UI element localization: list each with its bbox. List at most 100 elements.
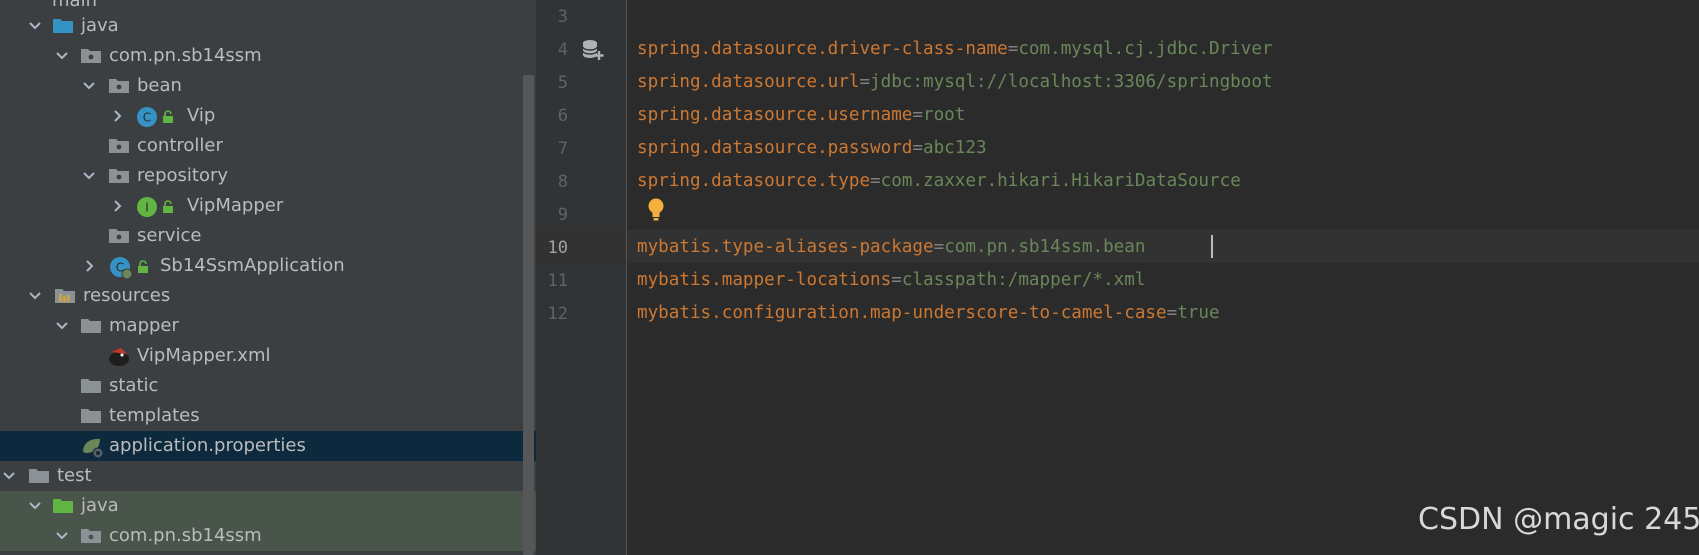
folder-icon: [81, 409, 101, 423]
equals-sign: =: [859, 72, 871, 92]
line-number: 4: [557, 40, 568, 60]
tree-item-label: resources: [83, 285, 171, 306]
tree-item-label: VipMapper.xml: [137, 345, 271, 366]
chevron-down-icon[interactable]: [28, 497, 42, 515]
code-line[interactable]: spring.datasource.username=root: [637, 103, 965, 127]
svg-text:C: C: [143, 111, 151, 125]
property-key: mybatis.mapper-locations: [637, 270, 892, 290]
equals-sign: =: [912, 105, 923, 125]
interface-icon: I: [137, 197, 157, 217]
equals-sign: =: [891, 270, 902, 290]
tree-item-class-sb14ssmapplication[interactable]: C Sb14SsmApplication: [0, 251, 536, 281]
tree-item-package-com-pn-sb14ssm[interactable]: com.pn.sb14ssm: [0, 41, 536, 71]
code-line[interactable]: spring.datasource.driver-class-name=com.…: [637, 37, 1273, 61]
property-value: com.mysql.cj.jdbc.Driver: [1018, 39, 1273, 59]
property-value: jdbc:mysql://localhost:3306/springboot: [870, 72, 1273, 92]
source-folder-icon: [53, 19, 73, 33]
tree-item-label: java: [81, 15, 119, 36]
tree-item-label: Sb14SsmApplication: [160, 255, 345, 276]
chevron-right-icon[interactable]: [110, 197, 124, 215]
tree-item-file-application-properties[interactable]: application.properties: [0, 431, 536, 461]
lock-icon: [163, 110, 173, 123]
tree-item-test-package-com-pn-sb14ssm[interactable]: com.pn.sb14ssm: [0, 521, 536, 551]
package-icon: [81, 49, 101, 63]
tree-item-label: test: [57, 465, 92, 486]
chevron-down-icon[interactable]: [2, 467, 16, 485]
equals-sign: =: [912, 138, 923, 158]
property-key: spring.datasource.driver-class-name: [637, 39, 1008, 59]
tree-item-label: bean: [137, 75, 182, 96]
property-key: spring.datasource.username: [637, 105, 913, 125]
tree-item-label: java: [81, 495, 119, 516]
tree-item-interface-vipmapper[interactable]: I VipMapper: [0, 191, 536, 221]
tree-item-package-controller[interactable]: controller: [0, 131, 536, 161]
property-key: mybatis.type-aliases-package: [637, 237, 934, 257]
test-source-folder-icon: [53, 499, 73, 513]
tree-scrollbar[interactable]: [523, 75, 534, 555]
code-line[interactable]: spring.datasource.type=com.zaxxer.hikari…: [637, 169, 1241, 193]
chevron-down-icon[interactable]: [55, 47, 69, 65]
property-key: spring.datasource.type: [637, 171, 871, 191]
line-number: 9: [557, 205, 568, 225]
tree-item-label: com.pn.sb14ssm: [109, 45, 262, 66]
tree-item-folder-test[interactable]: test: [0, 461, 536, 491]
spring-boot-class-icon: C: [110, 257, 133, 280]
tree-item-test-java[interactable]: java: [0, 491, 536, 521]
tree-item-package-repository[interactable]: repository: [0, 161, 536, 191]
chevron-right-icon[interactable]: [110, 107, 124, 125]
tree-item-folder-mapper[interactable]: mapper: [0, 311, 536, 341]
tree-item-label: controller: [137, 135, 223, 156]
chevron-down-icon[interactable]: [55, 317, 69, 335]
text-caret: [1211, 235, 1213, 258]
package-icon: [109, 229, 129, 243]
line-number: 8: [557, 172, 568, 192]
property-value: com.pn.sb14ssm.bean: [944, 237, 1146, 257]
line-number: 7: [557, 139, 568, 159]
project-tree: main java com.pn.sb14ssm bean C Vip cont…: [0, 0, 536, 555]
class-icon: C: [137, 107, 157, 127]
property-value: root: [923, 105, 966, 125]
code-line[interactable]: spring.datasource.password=abc123: [637, 136, 987, 160]
tree-item-package-bean[interactable]: bean: [0, 71, 536, 101]
code-line[interactable]: mybatis.configuration.map-underscore-to-…: [637, 301, 1220, 325]
tree-item-java[interactable]: java: [0, 11, 536, 41]
line-number: 11: [547, 271, 568, 291]
resources-folder-icon: [55, 289, 75, 303]
chevron-down-icon[interactable]: [28, 287, 42, 305]
line-number: 6: [557, 106, 568, 126]
watermark: CSDN @magic 245: [1418, 502, 1699, 537]
equals-sign: =: [870, 171, 881, 191]
tree-item-label: mapper: [109, 315, 179, 336]
tree-item-label: service: [137, 225, 202, 246]
tree-item-label: static: [109, 375, 159, 396]
tree-item-label: VipMapper: [187, 195, 284, 216]
database-add-icon[interactable]: [581, 38, 605, 62]
folder-icon: [81, 319, 101, 333]
tree-item-resources[interactable]: resources: [0, 281, 536, 311]
property-key: spring.datasource.url: [637, 72, 860, 92]
lock-icon: [163, 200, 173, 213]
chevron-down-icon[interactable]: [55, 527, 69, 545]
property-key: mybatis.configuration.map-underscore-to-…: [637, 303, 1167, 323]
chevron-down-icon[interactable]: [82, 77, 96, 95]
tree-item-folder-templates[interactable]: templates: [0, 401, 536, 431]
code-line[interactable]: mybatis.mapper-locations=classpath:/mapp…: [637, 268, 1145, 292]
chevron-right-icon[interactable]: [82, 257, 96, 275]
tree-item-class-vip[interactable]: C Vip: [0, 101, 536, 131]
chevron-down-icon[interactable]: [82, 167, 96, 185]
tree-item-label: templates: [109, 405, 200, 426]
gutter-separator: [626, 0, 627, 555]
tree-item-package-service[interactable]: service: [0, 221, 536, 251]
line-number: 12: [547, 304, 568, 324]
tree-item-folder-static[interactable]: static: [0, 371, 536, 401]
mybatis-bird-icon: [109, 348, 129, 366]
chevron-down-icon[interactable]: [28, 17, 42, 35]
tree-item-file-vipmapper-xml[interactable]: VipMapper.xml: [0, 341, 536, 371]
property-value: classpath:/mapper/*.xml: [901, 270, 1146, 290]
code-line-current[interactable]: mybatis.type-aliases-package=com.pn.sb14…: [637, 235, 1145, 259]
code-line[interactable]: spring.datasource.url=jdbc:mysql://local…: [637, 70, 1273, 94]
intention-bulb-icon[interactable]: [647, 197, 665, 223]
property-value: true: [1177, 303, 1220, 323]
package-icon: [81, 529, 101, 543]
line-number: 5: [557, 73, 568, 93]
